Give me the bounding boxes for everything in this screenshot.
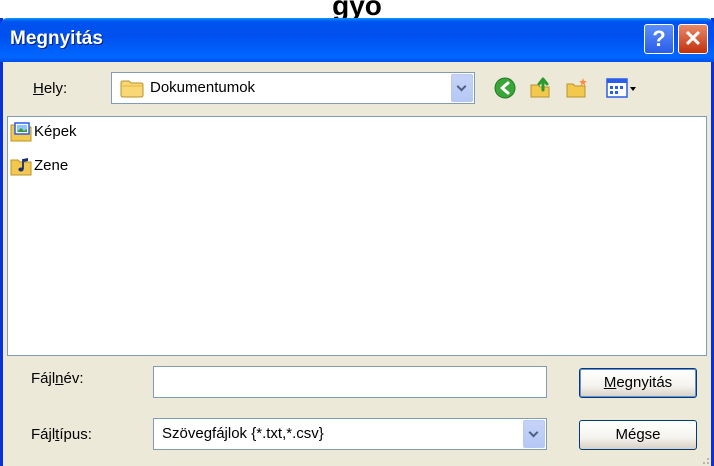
folder-icon: [120, 80, 144, 98]
filetype-dropdown[interactable]: Szövegfájlok {*.txt,*.csv}: [153, 418, 547, 450]
toolbar: [493, 76, 663, 102]
close-button[interactable]: ✕: [678, 24, 708, 54]
open-button[interactable]: Megnyitás: [579, 368, 697, 398]
location-dropdown[interactable]: Dokumentumok: [111, 72, 475, 104]
open-file-dialog: Megnyitás ? ✕ Hely: Dokumentumok Képek Z…: [0, 18, 714, 466]
window-title: Megnyitás: [10, 28, 103, 49]
file-name: Zene: [34, 157, 69, 174]
file-name: Képek: [34, 123, 77, 140]
new-folder-icon[interactable]: [565, 76, 589, 100]
location-dropdown-arrow[interactable]: [451, 74, 473, 102]
current-folder-text: Dokumentumok: [150, 79, 256, 96]
filetype-dropdown-arrow[interactable]: [523, 420, 545, 448]
file-list[interactable]: Képek Zene: [7, 116, 707, 356]
screen: gyo Megnyitás ? ✕ Hely: Dokumentumok Kép…: [0, 0, 714, 466]
music-folder-icon: [10, 158, 32, 176]
up-folder-icon[interactable]: [529, 76, 553, 100]
title-bar[interactable]: Megnyitás ? ✕: [0, 18, 714, 62]
help-icon: ?: [652, 26, 666, 51]
back-icon[interactable]: [493, 76, 517, 100]
filename-label: Fájlnév:: [31, 370, 84, 387]
help-button[interactable]: ?: [644, 24, 674, 54]
pictures-folder-icon: [10, 122, 32, 142]
resize-grip-icon[interactable]: [698, 453, 710, 465]
close-icon: ✕: [683, 26, 703, 51]
filetype-selected-text: Szövegfájlok {*.txt,*.csv}: [162, 425, 324, 442]
filetype-label: Fájltípus:: [31, 426, 92, 443]
filename-field[interactable]: [153, 366, 547, 398]
cancel-button[interactable]: Mégse: [579, 420, 697, 450]
location-label: Hely:: [33, 80, 68, 97]
view-menu-icon[interactable]: [605, 76, 639, 100]
